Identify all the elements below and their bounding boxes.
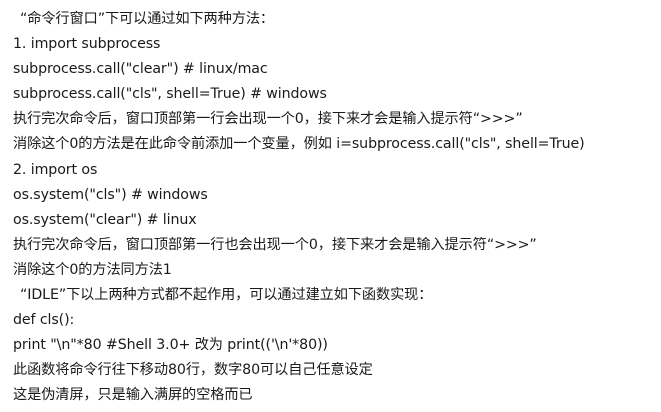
paragraph-line: 1. import subprocess	[13, 36, 161, 53]
document-body: “命令行窗口”下可以通过如下两种方法： 1. import subprocess…	[13, 7, 653, 409]
paragraph-line: 2. import os	[13, 161, 98, 178]
paragraph-line: 执行完次命令后，窗口顶部第一行会出现一个0，接下来才会是输入提示符“>>>”	[13, 111, 523, 128]
paragraph-line: 这是伪清屏，只是输入满屏的空格而已	[13, 387, 253, 404]
paragraph-line: 执行完次命令后，窗口顶部第一行也会出现一个0，接下来才会是输入提示符“>>>”	[13, 236, 537, 253]
code-line: subprocess.call("cls", shell=True) # win…	[13, 86, 327, 103]
code-line: subprocess.call("clear") # linux/mac	[13, 61, 268, 78]
code-line: def cls():	[13, 312, 75, 329]
code-line: os.system("cls") # windows	[13, 186, 208, 203]
paragraph-line: “IDLE”下以上两种方式都不起作用，可以通过建立如下函数实现：	[20, 287, 433, 304]
paragraph-line: 消除这个0的方法是在此命令前添加一个变量，例如 i=subprocess.cal…	[13, 136, 585, 153]
paragraph-line: 消除这个0的方法同方法1	[13, 261, 172, 278]
paragraph-line: 此函数将命令行往下移动80行，数字80可以自己任意设定	[13, 362, 373, 379]
code-line: print "\n"*80 #Shell 3.0+ 改为 print(('\n'…	[13, 337, 328, 354]
paragraph-line: “命令行窗口”下可以通过如下两种方法：	[20, 11, 274, 27]
code-line: os.system("clear") # linux	[13, 211, 197, 228]
